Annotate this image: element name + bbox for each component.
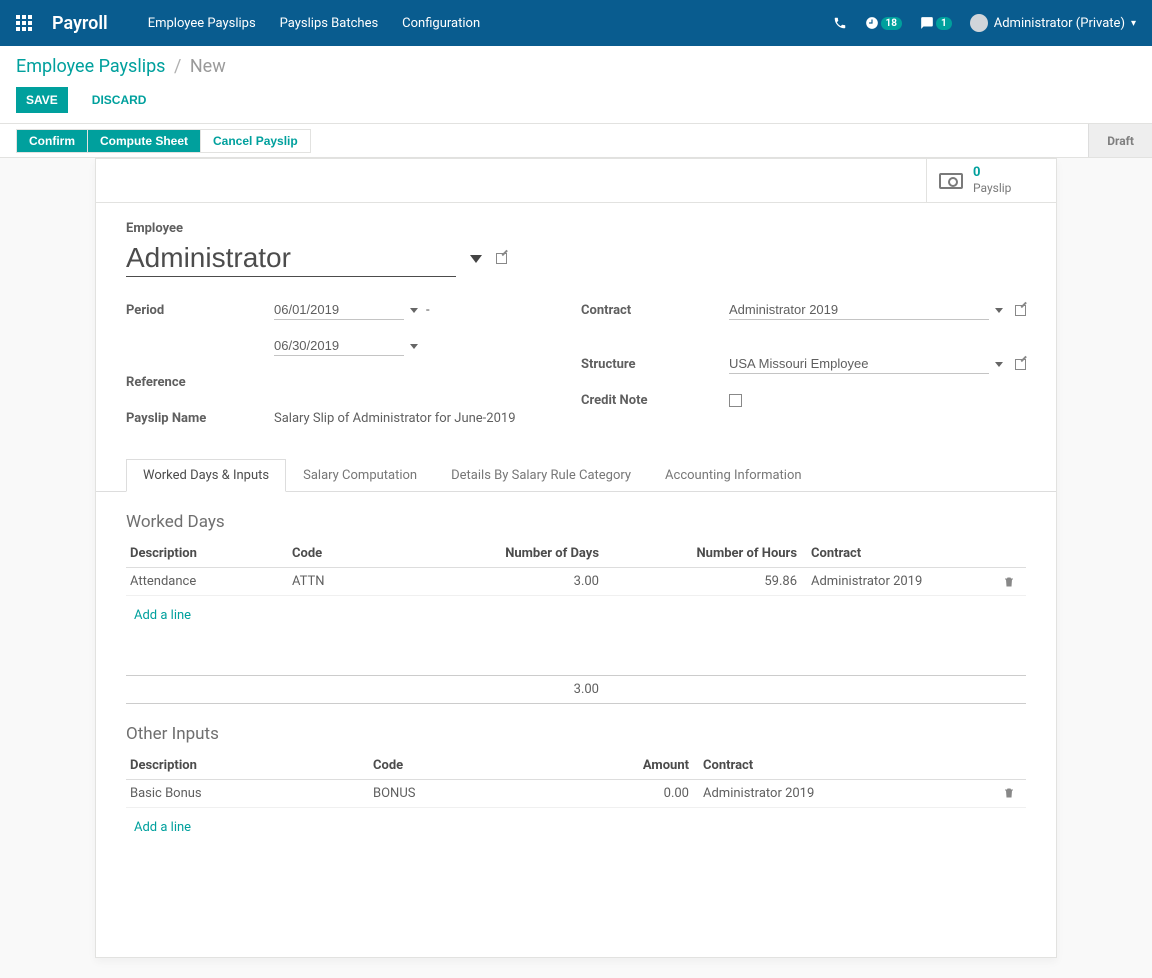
phone-icon[interactable] (833, 16, 847, 30)
dropdown-icon[interactable] (995, 362, 1003, 367)
stat-label: Payslip (973, 181, 1011, 195)
period-label: Period (126, 303, 274, 318)
payslip-name-label: Payslip Name (126, 411, 274, 426)
compute-sheet-button[interactable]: Compute Sheet (87, 129, 201, 153)
messages-button[interactable]: 1 (920, 16, 952, 30)
tabs: Worked Days & Inputs Salary Computation … (96, 459, 1056, 492)
period-to-field[interactable] (274, 336, 404, 356)
avatar (970, 14, 988, 32)
trash-icon[interactable] (1003, 575, 1015, 589)
tab-salary-computation[interactable]: Salary Computation (286, 459, 434, 491)
app-brand[interactable]: Payroll (52, 13, 108, 34)
stat-value: 0 (973, 166, 1011, 180)
messages-badge: 1 (936, 17, 952, 30)
payslip-stat-button[interactable]: 0 Payslip (926, 159, 1056, 202)
confirm-button[interactable]: Confirm (16, 129, 88, 153)
tab-worked-days-inputs[interactable]: Worked Days & Inputs (126, 459, 286, 492)
employee-dropdown-icon[interactable] (470, 255, 482, 263)
status-badge: Draft (1088, 124, 1152, 157)
activities-badge: 18 (881, 17, 902, 30)
col-days: Number of Days (423, 540, 603, 568)
period-from-field[interactable] (274, 300, 404, 320)
col-amount: Amount (576, 752, 693, 780)
col-hours: Number of Hours (603, 540, 801, 568)
structure-field[interactable] (729, 354, 989, 374)
form-sheet: 0 Payslip Employee Period (95, 158, 1057, 958)
external-link-icon[interactable] (1015, 305, 1026, 316)
worked-days-total: 3.00 (423, 675, 603, 703)
structure-label: Structure (581, 357, 729, 372)
cancel-payslip-button[interactable]: Cancel Payslip (200, 129, 311, 153)
clock-icon (865, 16, 879, 30)
navbar: Payroll Employee Payslips Payslips Batch… (0, 0, 1152, 46)
col-code: Code (369, 752, 576, 780)
nav-configuration[interactable]: Configuration (402, 16, 480, 31)
chat-icon (920, 16, 934, 30)
contract-label: Contract (581, 303, 729, 318)
table-row[interactable]: Attendance ATTN 3.00 59.86 Administrator… (126, 568, 1026, 596)
dropdown-icon[interactable] (410, 344, 418, 349)
credit-note-label: Credit Note (581, 393, 729, 408)
trash-icon[interactable] (1003, 786, 1015, 800)
control-panel: Employee Payslips / New Save Discard (0, 46, 1152, 124)
payslip-name-value: Salary Slip of Administrator for June-20… (274, 411, 541, 426)
other-inputs-title: Other Inputs (126, 724, 1026, 744)
discard-button[interactable]: Discard (82, 87, 157, 113)
col-contract: Contract (693, 752, 999, 780)
reference-label: Reference (126, 375, 274, 390)
worked-days-title: Worked Days (126, 512, 1026, 532)
col-contract: Contract (801, 540, 999, 568)
external-link-icon[interactable] (496, 253, 507, 264)
nav-payslips-batches[interactable]: Payslips Batches (280, 16, 379, 31)
caret-down-icon: ▾ (1131, 18, 1136, 29)
breadcrumb-current: New (190, 56, 226, 77)
tab-details-by-rule[interactable]: Details By Salary Rule Category (434, 459, 648, 491)
other-inputs-table: Description Code Amount Contract Basic B… (126, 752, 1026, 927)
external-link-icon[interactable] (1015, 359, 1026, 370)
employee-field[interactable] (126, 240, 456, 277)
user-menu[interactable]: Administrator (Private) ▾ (970, 14, 1136, 32)
dropdown-icon[interactable] (410, 308, 418, 313)
dropdown-icon[interactable] (995, 308, 1003, 313)
breadcrumb: Employee Payslips / New (16, 56, 1136, 77)
worked-days-table: Description Code Number of Days Number o… (126, 540, 1026, 704)
col-code: Code (288, 540, 423, 568)
col-description: Description (126, 752, 369, 780)
credit-note-checkbox[interactable] (729, 394, 742, 407)
table-row[interactable]: Basic Bonus BONUS 0.00 Administrator 201… (126, 779, 1026, 807)
activities-button[interactable]: 18 (865, 16, 902, 30)
statusbar: Confirm Compute Sheet Cancel Payslip Dra… (0, 124, 1152, 158)
tab-accounting-info[interactable]: Accounting Information (648, 459, 819, 491)
save-button[interactable]: Save (16, 87, 68, 113)
user-name: Administrator (Private) (994, 16, 1125, 31)
col-description: Description (126, 540, 288, 568)
contract-field[interactable] (729, 300, 989, 320)
apps-icon[interactable] (16, 15, 32, 31)
add-line-worked-days[interactable]: Add a line (130, 602, 195, 629)
employee-label: Employee (126, 221, 1026, 236)
money-icon (939, 173, 963, 189)
nav-employee-payslips[interactable]: Employee Payslips (148, 16, 256, 31)
breadcrumb-link[interactable]: Employee Payslips (16, 56, 165, 77)
add-line-other-inputs[interactable]: Add a line (130, 814, 195, 841)
